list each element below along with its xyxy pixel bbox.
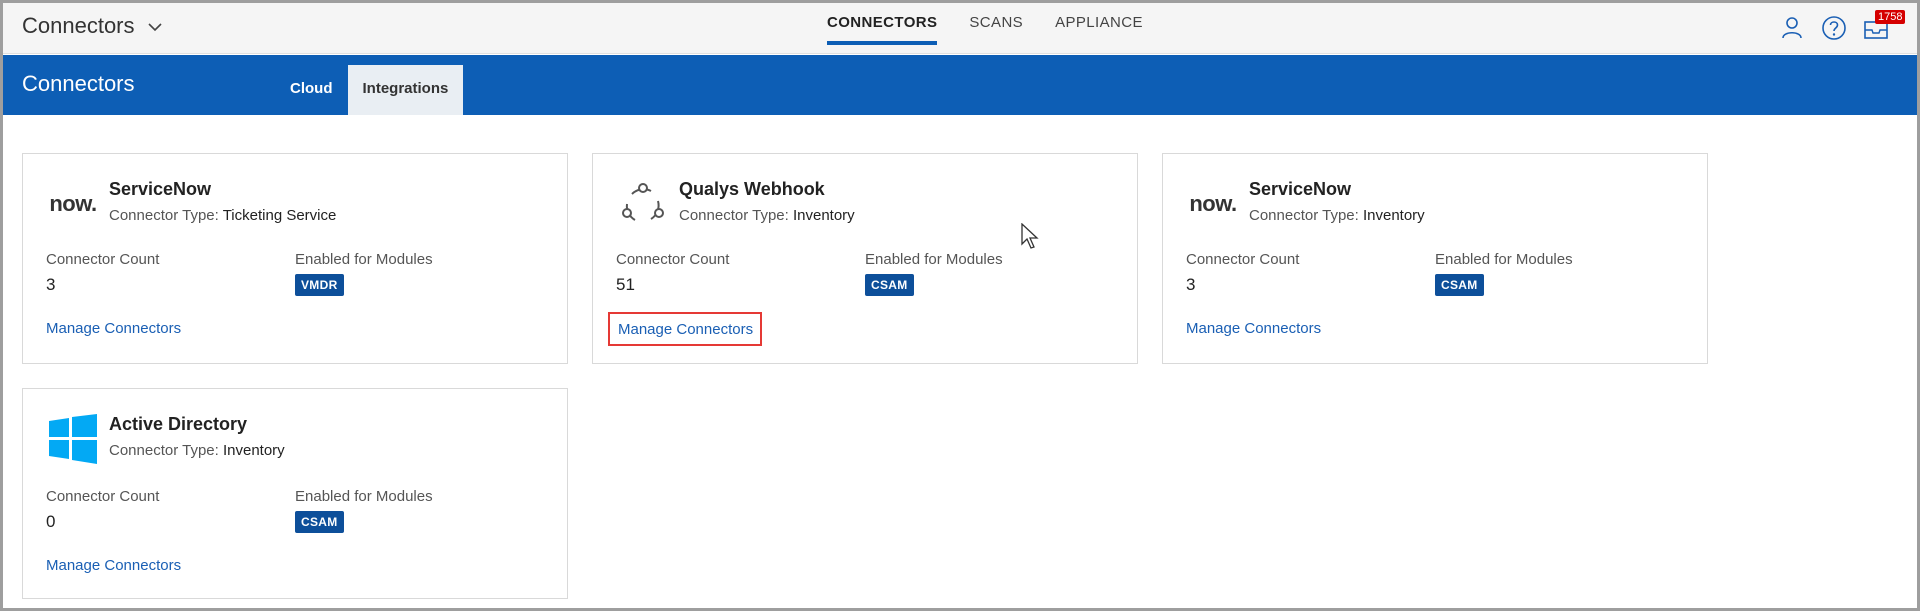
connector-card-qualys-webhook: Qualys Webhook Connector Type: Inventory… [592,153,1138,364]
connector-type: Connector Type: Ticketing Service [109,207,337,224]
header-actions: 1758 [1779,10,1906,41]
connector-count-value: 3 [1186,275,1196,294]
app-title: Connectors [22,13,135,38]
module-badge: CSAM [1435,274,1484,296]
connector-count-value: 3 [46,275,56,294]
connector-count-value: 0 [46,512,56,531]
app-switcher[interactable]: Connectors [22,13,163,39]
tab-cloud[interactable]: Cloud [275,65,348,115]
nav-connectors[interactable]: CONNECTORS [827,3,938,54]
connector-card-active-directory: Active Directory Connector Type: Invento… [22,388,568,599]
connector-card-servicenow-inventory: now. ServiceNow Connector Type: Inventor… [1162,153,1708,364]
connector-card-servicenow-ticketing: now. ServiceNow Connector Type: Ticketin… [22,153,568,364]
connector-name: ServiceNow [109,179,212,199]
webhook-icon [615,176,671,232]
notifications-icon[interactable]: 1758 [1863,10,1906,41]
tab-bar: Cloud Integrations [275,65,464,115]
connector-type: Connector Type: Inventory [679,207,855,224]
manage-connectors-link[interactable]: Manage Connectors [46,320,181,337]
notification-badge: 1758 [1875,10,1906,24]
manage-connectors-link[interactable]: Manage Connectors [1186,320,1321,337]
modules-label: Enabled for Modules [1435,251,1573,268]
connector-type: Connector Type: Inventory [109,442,285,459]
connector-type: Connector Type: Inventory [1249,207,1425,224]
tab-integrations[interactable]: Integrations [347,65,464,115]
connector-count-label: Connector Count [616,251,730,268]
modules-label: Enabled for Modules [295,488,433,505]
top-header: Connectors CONNECTORS SCANS APPLIANCE 17… [3,3,1917,54]
mouse-cursor-icon [1021,223,1039,249]
page-title: Connectors [22,71,135,96]
servicenow-logo: now. [49,191,97,216]
modules-label: Enabled for Modules [865,251,1003,268]
connector-name: Qualys Webhook [679,179,825,199]
help-icon[interactable] [1821,15,1847,41]
connector-name: Active Directory [109,414,248,434]
connector-name: ServiceNow [1249,179,1352,199]
nav-scans[interactable]: SCANS [969,3,1023,54]
modules-label: Enabled for Modules [295,251,433,268]
manage-connectors-link[interactable]: Manage Connectors [46,557,181,574]
main-nav: CONNECTORS SCANS APPLIANCE [827,3,1143,54]
user-icon[interactable] [1779,15,1805,41]
app-frame: Connectors CONNECTORS SCANS APPLIANCE 17… [0,0,1920,611]
servicenow-logo: now. [1189,191,1237,216]
chevron-down-icon [147,23,162,32]
connector-count-label: Connector Count [46,488,160,505]
module-badge: VMDR [295,274,344,296]
module-badge: CSAM [295,511,344,533]
windows-logo [45,411,101,467]
connector-count-value: 51 [616,275,635,294]
connector-count-label: Connector Count [46,251,160,268]
section-band: Connectors Cloud Integrations [3,55,1917,115]
nav-appliance[interactable]: APPLIANCE [1055,3,1143,54]
connector-count-label: Connector Count [1186,251,1300,268]
module-badge: CSAM [865,274,914,296]
manage-connectors-link[interactable]: Manage Connectors [608,312,763,346]
